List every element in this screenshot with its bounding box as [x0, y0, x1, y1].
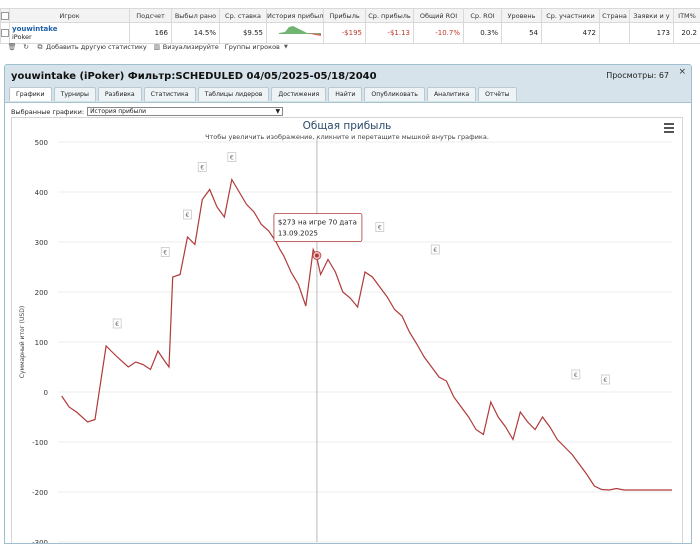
add-stats-icon: ⧉: [36, 43, 44, 51]
cell-avg-stake: $9.55: [220, 23, 267, 44]
row-checkbox[interactable]: [1, 23, 10, 44]
add-stats-label: Добавить другую статистику: [46, 43, 147, 51]
profit-chart[interactable]: Общая прибыль Чтобы увеличить изображени…: [11, 117, 683, 544]
select-all-checkbox[interactable]: [1, 9, 10, 23]
cell-early-out: 14.5%: [172, 23, 220, 44]
y-tick-label: 500: [35, 139, 48, 147]
y-tick-label: -300: [32, 539, 48, 544]
cell-country: [600, 23, 630, 44]
col-header-country[interactable]: Страна: [600, 9, 630, 23]
col-header-avg-stake[interactable]: Ср. ставка: [220, 9, 267, 23]
y-tick-label: -100: [32, 439, 48, 447]
cell-count: 166: [130, 23, 172, 44]
chart-svg: -300 -200 -100 0 100 200 300 400 500 Суммарный ит…: [12, 118, 684, 544]
player-network: iPoker: [12, 33, 126, 41]
flag-marker-label: €: [200, 165, 204, 172]
table-header-row: Игрок Подсчет Выбыл рано Ср. ставка Исто…: [1, 9, 700, 23]
cell-itm: 20.2: [674, 23, 700, 44]
panel-title: youwintake (iPoker) Фильтр:SCHEDULED 04/…: [11, 71, 377, 82]
col-header-early-out[interactable]: Выбыл рано: [172, 9, 220, 23]
chevron-down-icon: ▼: [275, 108, 280, 116]
col-header-total-roi[interactable]: Общий ROI: [414, 9, 464, 23]
col-header-entries[interactable]: Заявки и у: [630, 9, 674, 23]
y-tick-label: 100: [35, 339, 48, 347]
tab-breakdown[interactable]: Разбивка: [98, 87, 142, 101]
tab-find[interactable]: Найти: [328, 87, 362, 101]
tab-reports[interactable]: Отчёты: [478, 87, 516, 101]
y-tick-label: -200: [32, 489, 48, 497]
views-count: Просмотры: 67: [606, 71, 669, 80]
flag-marker-label: €: [604, 377, 608, 384]
cell-total-roi: -10.7%: [414, 23, 464, 44]
col-header-profit-history[interactable]: История прибыл: [267, 9, 324, 23]
tab-achievements[interactable]: Достижения: [271, 87, 326, 101]
y-tick-label: 200: [35, 289, 48, 297]
col-header-avg-profit[interactable]: Ср. прибыль: [366, 9, 414, 23]
graph-select-label: Выбранные графики:: [11, 108, 84, 116]
y-axis-label: Суммарный итог (USD): [19, 306, 26, 378]
hover-point: [315, 254, 319, 258]
player-name-link[interactable]: youwintake: [12, 25, 126, 33]
table-row: youwintake iPoker 166 14.5% $9.55 -$195 …: [1, 23, 700, 44]
y-tick-label: 300: [35, 239, 48, 247]
col-header-profit[interactable]: Прибыль: [324, 9, 366, 23]
cell-avg-entrants: 472: [542, 23, 600, 44]
player-groups-label: Группы игроков: [225, 43, 280, 51]
cell-avg-profit: -$1.13: [366, 23, 414, 44]
flag-marker-label: €: [230, 155, 234, 162]
chart-icon: ▥: [153, 43, 161, 51]
profit-series-line: [62, 180, 672, 491]
profit-sparkline: [277, 23, 323, 41]
tooltip-line-1: $273 на игре 70 дата: [278, 219, 357, 227]
table-toolbar: 🗑 ↻ ⧉Добавить другую статистику ▥Визуали…: [8, 42, 290, 52]
visualize-button[interactable]: ▥Визуализируйте: [153, 43, 219, 51]
flag-marker-label: €: [433, 247, 437, 254]
add-stats-button[interactable]: ⧉Добавить другую статистику: [36, 43, 147, 51]
tab-leaderboards[interactable]: Таблицы лидеров: [198, 87, 270, 101]
y-tick-label: 0: [44, 389, 48, 397]
tab-publish[interactable]: Опубликовать: [364, 87, 425, 101]
refresh-icon[interactable]: ↻: [22, 43, 30, 51]
cell-entries: 173: [630, 23, 674, 44]
col-header-avg-roi[interactable]: Ср. ROI: [464, 9, 502, 23]
graph-select-value: История прибыли: [90, 108, 146, 115]
close-icon[interactable]: ×: [678, 67, 686, 77]
col-header-player[interactable]: Игрок: [10, 9, 130, 23]
tab-graphs[interactable]: Графики: [9, 87, 52, 101]
player-panel: youwintake (iPoker) Фильтр:SCHEDULED 04/…: [4, 64, 692, 544]
flag-marker-label: €: [378, 225, 382, 232]
col-header-level[interactable]: Уровень: [502, 9, 542, 23]
flag-marker-label: €: [163, 250, 167, 257]
flag-marker-label: €: [186, 212, 190, 219]
chevron-down-icon: ▼: [282, 43, 290, 51]
cell-avg-roi: 0.3%: [464, 23, 502, 44]
col-header-itm[interactable]: ITM%: [674, 9, 700, 23]
graph-select-row: Выбранные графики: История прибыли ▼: [11, 107, 283, 116]
cell-profit-sparkline: [267, 23, 324, 44]
results-table: Игрок Подсчет Выбыл рано Ср. ставка Исто…: [0, 8, 700, 44]
visualize-label: Визуализируйте: [163, 43, 219, 51]
tooltip-line-2: 13.09.2025: [278, 230, 318, 238]
trash-icon[interactable]: 🗑: [8, 43, 16, 51]
col-header-count[interactable]: Подсчет: [130, 9, 172, 23]
col-header-avg-entrants[interactable]: Ср. участники: [542, 9, 600, 23]
cell-profit: -$195: [324, 23, 366, 44]
tab-analytics[interactable]: Аналитика: [427, 87, 476, 101]
player-cell: youwintake iPoker: [10, 23, 130, 44]
panel-tabs: Графики Турниры Разбивка Статистика Табл…: [9, 87, 517, 101]
panel-header: youwintake (iPoker) Фильтр:SCHEDULED 04/…: [5, 65, 691, 103]
cell-level: 54: [502, 23, 542, 44]
graph-select[interactable]: История прибыли ▼: [87, 107, 283, 116]
tab-statistics[interactable]: Статистика: [144, 87, 196, 101]
tab-tournaments[interactable]: Турниры: [54, 87, 96, 101]
flag-marker-label: €: [115, 321, 119, 328]
flag-marker-label: €: [574, 372, 578, 379]
y-tick-label: 400: [35, 189, 48, 197]
player-groups-dropdown[interactable]: Группы игроков▼: [225, 43, 290, 51]
